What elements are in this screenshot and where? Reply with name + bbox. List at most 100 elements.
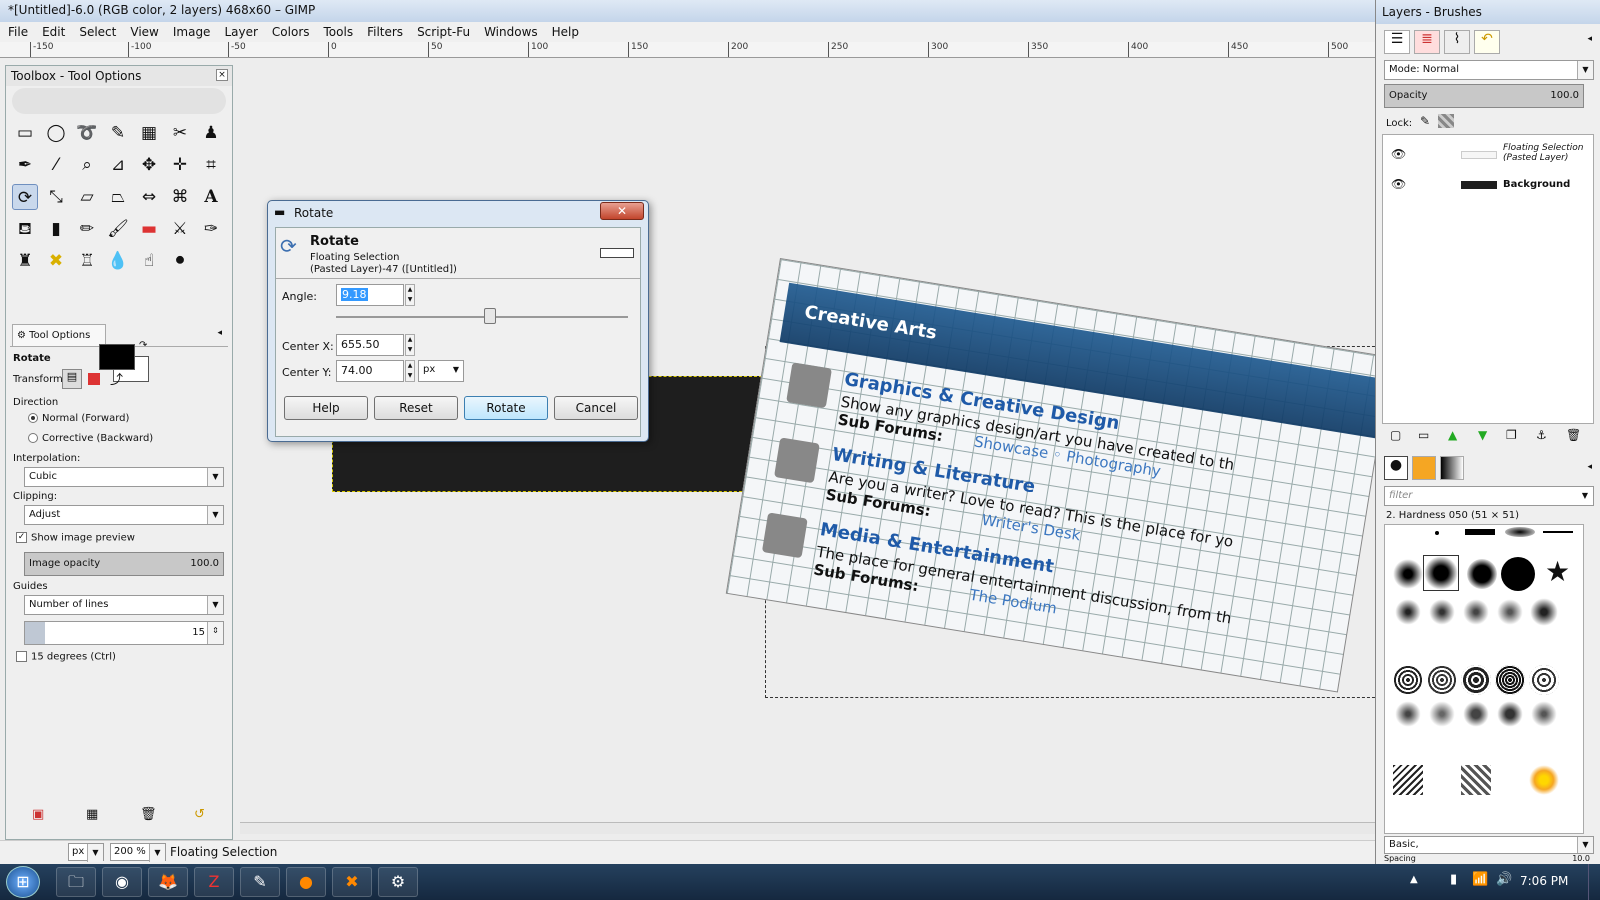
menu-windows[interactable]: Windows bbox=[476, 22, 544, 39]
horizontal-scrollbar[interactable] bbox=[240, 822, 1375, 834]
dodge-burn-icon[interactable]: ⚫ bbox=[167, 248, 193, 274]
spacing-slider[interactable]: Spacing 10.0 bbox=[1384, 855, 1594, 864]
shear-icon[interactable]: ▱ bbox=[74, 184, 100, 210]
fifteen-degrees-checkbox[interactable]: 15 degrees (Ctrl) bbox=[16, 651, 116, 663]
chrome-taskbar-icon[interactable]: ◉ bbox=[102, 867, 142, 897]
paintbrush-icon[interactable]: 🖌 bbox=[105, 216, 131, 242]
zoom-selector[interactable]: 200 % ▼ bbox=[110, 843, 166, 862]
brush-item[interactable] bbox=[1435, 531, 1439, 535]
restore-options-icon[interactable]: ▦ bbox=[86, 807, 98, 822]
brush-item[interactable] bbox=[1529, 597, 1559, 627]
menu-colors[interactable]: Colors bbox=[264, 22, 316, 39]
brush-item[interactable] bbox=[1393, 699, 1423, 729]
brushes-tab-icon[interactable]: ● bbox=[1384, 456, 1408, 480]
clone-icon[interactable]: ♜ bbox=[12, 248, 38, 274]
layer-mode-select[interactable]: Mode: Normal ▼ bbox=[1384, 60, 1594, 80]
tool-options-tab[interactable]: ⚙ Tool Options bbox=[12, 324, 106, 346]
airbrush-icon[interactable]: ⚔ bbox=[167, 216, 193, 242]
brush-item[interactable] bbox=[1427, 699, 1457, 729]
brush-grid[interactable]: ★ bbox=[1384, 524, 1584, 834]
image-canvas[interactable]: Creative Arts Graphics & Creative Design… bbox=[240, 58, 1375, 828]
new-layer-icon[interactable]: ▢ bbox=[1390, 428, 1401, 442]
measure-icon[interactable]: ⊿ bbox=[105, 152, 131, 178]
flip-icon[interactable]: ⇔ bbox=[136, 184, 162, 210]
center-x-input[interactable]: 655.50 ▲ ▼ bbox=[336, 334, 415, 356]
brush-item-selected[interactable] bbox=[1423, 555, 1459, 591]
foreground-select-icon[interactable]: ♟ bbox=[198, 120, 224, 146]
explorer-taskbar-icon[interactable]: 🗀 bbox=[56, 867, 96, 897]
brush-item[interactable] bbox=[1529, 665, 1559, 695]
tab-menu-icon[interactable]: ◂ bbox=[1587, 34, 1592, 44]
crop-icon[interactable]: ⌗ bbox=[198, 152, 224, 178]
reset-options-icon[interactable]: ↺ bbox=[194, 807, 205, 822]
xampp-taskbar-icon[interactable]: ✖ bbox=[332, 867, 372, 897]
brush-item[interactable] bbox=[1501, 557, 1535, 591]
undo-tab-icon[interactable]: ↶ bbox=[1474, 30, 1500, 54]
center-y-input[interactable]: 74.00 ▲ ▼ bbox=[336, 360, 415, 382]
brush-item[interactable] bbox=[1393, 765, 1423, 795]
brush-item[interactable] bbox=[1461, 597, 1491, 627]
cage-icon[interactable]: ⌘ bbox=[167, 184, 193, 210]
direction-normal-option[interactable]: Normal (Forward) bbox=[28, 413, 129, 424]
paths-icon[interactable]: ✒ bbox=[12, 152, 38, 178]
brush-item[interactable] bbox=[1393, 665, 1423, 695]
rect-select-icon[interactable]: ▭ bbox=[12, 120, 38, 146]
blend-icon[interactable]: ▮ bbox=[43, 216, 69, 242]
color-picker-icon[interactable]: ⁄ bbox=[43, 152, 69, 178]
paths-tab-icon[interactable]: ⌇ bbox=[1444, 30, 1470, 54]
brush-item[interactable] bbox=[1529, 699, 1559, 729]
brush-item[interactable] bbox=[1495, 665, 1525, 695]
tab-menu-icon[interactable]: ◂ bbox=[217, 328, 222, 338]
filezilla-taskbar-icon[interactable]: Z bbox=[194, 867, 234, 897]
guides-count-field[interactable]: 15 ⇕ bbox=[24, 621, 224, 645]
brush-item[interactable] bbox=[1495, 597, 1525, 627]
guides-select[interactable]: Number of lines ▼ bbox=[24, 595, 224, 615]
spin-arrows-icon[interactable]: ▲ ▼ bbox=[405, 360, 415, 382]
menu-select[interactable]: Select bbox=[71, 22, 122, 39]
menu-layer[interactable]: Layer bbox=[216, 22, 263, 39]
layers-tab-icon[interactable]: ≣ bbox=[1414, 30, 1440, 54]
tab-menu-icon[interactable]: ◂ bbox=[1587, 462, 1592, 472]
delete-layer-icon[interactable]: 🗑 bbox=[1566, 428, 1581, 442]
lower-layer-icon[interactable]: ▼ bbox=[1478, 428, 1487, 442]
horizontal-ruler[interactable]: -150 -100 -50 0 50 100 150 200 250 300 3… bbox=[0, 42, 1375, 58]
foreground-color[interactable] bbox=[99, 344, 135, 370]
patterns-tab-icon[interactable] bbox=[1412, 456, 1436, 480]
menu-tools[interactable]: Tools bbox=[316, 22, 360, 39]
layer-opacity-slider[interactable]: Opacity 100.0 bbox=[1384, 84, 1584, 108]
perspective-icon[interactable]: ⏢ bbox=[105, 184, 131, 210]
channels-tab-icon[interactable]: ☰ bbox=[1384, 30, 1410, 54]
unit-selector[interactable]: px ▼ bbox=[68, 843, 104, 862]
tray-up-icon[interactable]: ▲ bbox=[1410, 874, 1418, 885]
interpolation-select[interactable]: Cubic ▼ bbox=[24, 467, 224, 487]
move-icon[interactable]: ✥ bbox=[136, 152, 162, 178]
menu-image[interactable]: Image bbox=[165, 22, 217, 39]
eye-icon[interactable]: 👁 bbox=[1391, 147, 1406, 161]
clipping-select[interactable]: Adjust ▼ bbox=[24, 505, 224, 525]
eye-icon[interactable]: 👁 bbox=[1391, 177, 1406, 191]
color-select-icon[interactable]: ▦ bbox=[136, 120, 162, 146]
brush-item[interactable] bbox=[1461, 665, 1491, 695]
image-opacity-slider[interactable]: Image opacity 100.0 bbox=[24, 552, 224, 576]
heal-icon[interactable]: ✖ bbox=[43, 248, 69, 274]
cancel-button[interactable]: Cancel bbox=[554, 396, 638, 420]
transform-selection-button[interactable] bbox=[88, 373, 100, 385]
lock-pixels-icon[interactable]: ✎ bbox=[1420, 114, 1430, 128]
gradients-tab-icon[interactable] bbox=[1440, 456, 1464, 480]
gimp-taskbar-icon[interactable]: 🦊 bbox=[148, 867, 188, 897]
spin-arrows-icon[interactable]: ▲ ▼ bbox=[405, 334, 415, 356]
brush-item[interactable] bbox=[1427, 665, 1457, 695]
text-icon[interactable]: A bbox=[198, 184, 224, 210]
brush-item[interactable] bbox=[1495, 699, 1525, 729]
scale-icon[interactable]: ⤡ bbox=[43, 184, 69, 210]
brush-item[interactable] bbox=[1427, 597, 1457, 627]
brush-item[interactable] bbox=[1461, 699, 1491, 729]
direction-corrective-option[interactable]: Corrective (Backward) bbox=[28, 433, 153, 444]
notepad-taskbar-icon[interactable]: ✎ bbox=[240, 867, 280, 897]
save-options-icon[interactable]: ▣ bbox=[32, 807, 44, 822]
bucket-fill-icon[interactable]: ⛾ bbox=[12, 216, 38, 242]
brush-filter-input[interactable]: filter ▼ bbox=[1384, 486, 1594, 506]
brush-preset-select[interactable]: Basic, ▼ bbox=[1384, 836, 1594, 854]
rotate-icon[interactable]: ⟳ bbox=[12, 184, 38, 210]
transform-layer-button[interactable]: ▤ bbox=[62, 369, 82, 389]
